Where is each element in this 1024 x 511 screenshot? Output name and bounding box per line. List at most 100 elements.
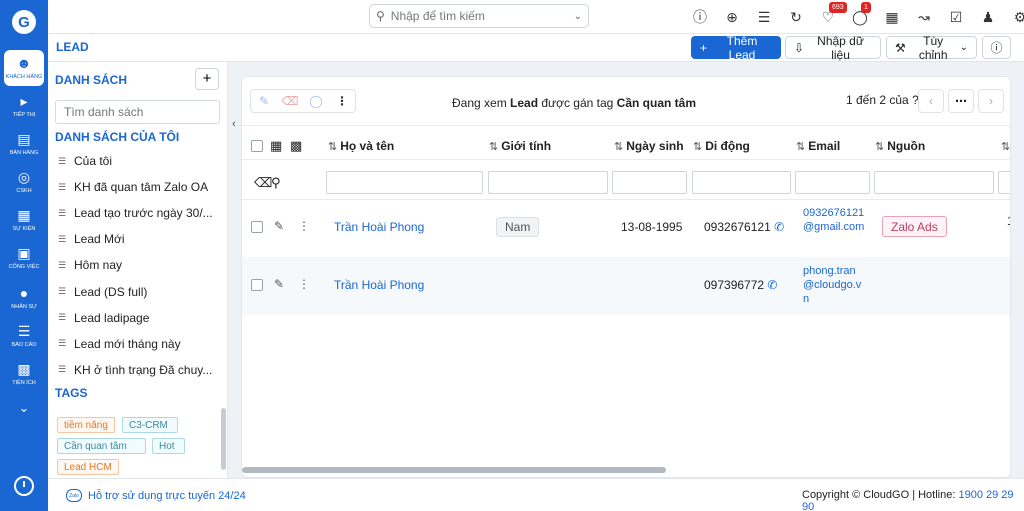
nav-item-utilities[interactable]: ▩ TIỆN ÍCH [4,356,44,392]
tag-chip[interactable]: tiềm năng [57,417,115,433]
chart-icon[interactable]: ↝ [908,6,940,28]
email-link[interactable]: 0932676121@gmail.com [803,206,865,234]
row-checkbox[interactable] [251,279,263,291]
user-icon[interactable]: ♟ [972,6,1004,28]
global-search[interactable]: ⚲ ⌄ [369,4,589,28]
more-pages-button[interactable]: ⋯ [948,89,974,113]
filter-gender-input[interactable] [488,171,608,194]
nav-item-customers[interactable]: ☻ KHÁCH HÀNG [4,50,44,86]
import-data-button[interactable]: ⇩ Nhập dữ liệu [785,34,881,62]
customize-button[interactable]: ⚒ Tùy chỉnh ⌄ [886,34,977,62]
more-vertical-icon[interactable]: ⋮ [329,90,355,112]
add-list-button[interactable]: + [195,68,219,90]
list-item[interactable]: ☰ Lead mới tháng này [48,331,218,357]
phone-icon[interactable]: ✆ [767,278,777,292]
filter-birthday-input[interactable] [612,171,687,194]
filter-name-input[interactable] [326,171,483,194]
top-header: ⚲ ⌄ ⓘ ⊕ ☰ ↻ ♡ 693 ◯ 1 ▦ ↝ ☑ ♟ ⚙ [48,0,1024,34]
filter-mobile-input[interactable] [692,171,791,194]
my-lists-heading: DANH SÁCH CỦA TÔI [55,130,180,144]
column-header-gender[interactable]: ⇅ Giới tính [489,139,551,153]
mobile-cell[interactable]: 0932676121 ✆ [704,220,784,234]
phone-icon[interactable]: ✆ [774,220,784,234]
search-icon[interactable]: ⚲ [271,175,281,191]
list-bullet-icon: ☰ [58,312,67,323]
prev-page-button[interactable]: ‹ [918,89,944,113]
nav-item-events[interactable]: ▦ SỰ KIỆN [4,202,44,238]
help-button[interactable]: ⓘ [982,36,1011,59]
sort-icon: ⇅ [614,141,624,153]
edit-icon[interactable]: ✎ [274,219,284,233]
more-vertical-icon[interactable]: ⋮ [298,219,310,233]
nav-item-hr[interactable]: ● NHÂN SỰ [4,280,44,316]
trash-icon[interactable]: ⌫ [277,90,303,112]
sort-icon: ⇅ [489,141,499,153]
select-all-checkbox[interactable] [251,140,263,152]
list-item[interactable]: ☰ Lead Mới [48,226,218,252]
clear-filter-icon[interactable]: ⌫ [254,175,272,191]
edit-icon[interactable]: ✎ [274,277,284,291]
list-item[interactable]: ☰ Lead (DS full) [48,278,218,304]
column-header-source[interactable]: ⇅ Nguồn [875,139,925,153]
nav-item-cskh[interactable]: ◎ CSKH [4,164,44,200]
tag-chip[interactable]: Hot [152,438,185,454]
lead-name-link[interactable]: Trần Hoài Phong [334,220,424,234]
lists-scrollbar[interactable] [221,408,226,470]
nav-item-tasks[interactable]: ▣ CÔNG VIỆC [4,240,44,276]
tag-chip[interactable]: Lead HCM [57,459,119,475]
edit-icon[interactable]: ✎ [251,90,277,112]
list-icon[interactable]: ☰ [748,6,780,28]
sort-icon: ⇅ [875,141,885,153]
tag-chip[interactable]: C3-CRM [122,417,178,433]
add-lead-button[interactable]: + Thêm Lead [691,34,781,62]
info-icon[interactable]: ⓘ [684,6,716,28]
chat-icon[interactable]: ◯ 1 [844,2,876,28]
bell-icon[interactable]: ♡ 693 [812,2,847,28]
table-view-icon[interactable]: ▦ [270,138,282,154]
support-icon: ◎ [17,169,31,185]
chevron-down-icon: ⌄ [959,42,968,53]
columns-icon[interactable]: ▩ [290,138,302,154]
horizontal-scrollbar[interactable] [242,467,666,473]
add-circle-icon[interactable]: ⊕ [716,6,748,28]
nav-item-sales[interactable]: ▤ BÁN HÀNG [4,126,44,162]
next-page-button[interactable]: › [978,89,1004,113]
list-search-input[interactable] [55,100,220,124]
nav-item-marketing[interactable]: ▸ TIẾP THỊ [4,88,44,124]
extra-cell: 1 [1007,214,1010,228]
column-header-email[interactable]: ⇅ Email [796,139,840,153]
filter-source-input[interactable] [874,171,994,194]
more-vertical-icon[interactable]: ⋮ [298,277,310,291]
filter-email-input[interactable] [795,171,870,194]
history-icon[interactable] [14,476,34,496]
support-link[interactable]: Hỗ trợ sử dụng trực tuyến 24/24 [88,490,246,502]
expand-more-icon[interactable]: ⌄ [0,400,48,416]
row-checkbox[interactable] [251,221,263,233]
refresh-icon[interactable]: ↻ [780,6,812,28]
bulk-actions: ✎ ⌫ ◯ ⋮ [250,89,356,113]
chevron-down-icon[interactable]: ⌄ [574,11,582,22]
column-header-more[interactable]: ⇅ [1001,139,1010,153]
email-link[interactable]: phong.tran@cloudgo.vn [803,264,865,306]
cloudgo-logo-icon[interactable]: G [12,10,36,34]
search-input[interactable] [390,9,574,23]
list-item[interactable]: ☰ Lead ladipage [48,305,218,331]
list-item[interactable]: ☰ Của tôi [48,148,218,174]
collapse-panel-icon[interactable]: ‹ [228,118,240,134]
calendar-icon[interactable]: ▦ [876,6,908,28]
column-header-name[interactable]: ⇅ Họ và tên [328,139,394,153]
list-item[interactable]: ☰ Lead tạo trước ngày 30/... [48,200,218,226]
gear-icon[interactable]: ⚙ [1004,6,1024,28]
comment-icon[interactable]: ◯ [303,90,329,112]
list-item[interactable]: ☰ KH đã quan tâm Zalo OA [48,174,218,200]
nav-item-reports[interactable]: ☰ BÁO CÁO [4,318,44,354]
list-item[interactable]: ☰ KH ở tình trạng Đã chuy... [48,357,218,383]
tag-chip[interactable]: Cần quan tâm [57,438,146,454]
column-header-birthday[interactable]: ⇅ Ngày sinh [614,139,684,153]
filter-more-input[interactable] [998,171,1010,194]
list-item[interactable]: ☰ Hôm nay [48,252,218,278]
checkbox-icon[interactable]: ☑ [940,6,972,28]
mobile-cell[interactable]: 097396772 ✆ [704,278,777,292]
column-header-mobile[interactable]: ⇅ Di động [693,139,750,153]
lead-name-link[interactable]: Trần Hoài Phong [334,278,424,292]
